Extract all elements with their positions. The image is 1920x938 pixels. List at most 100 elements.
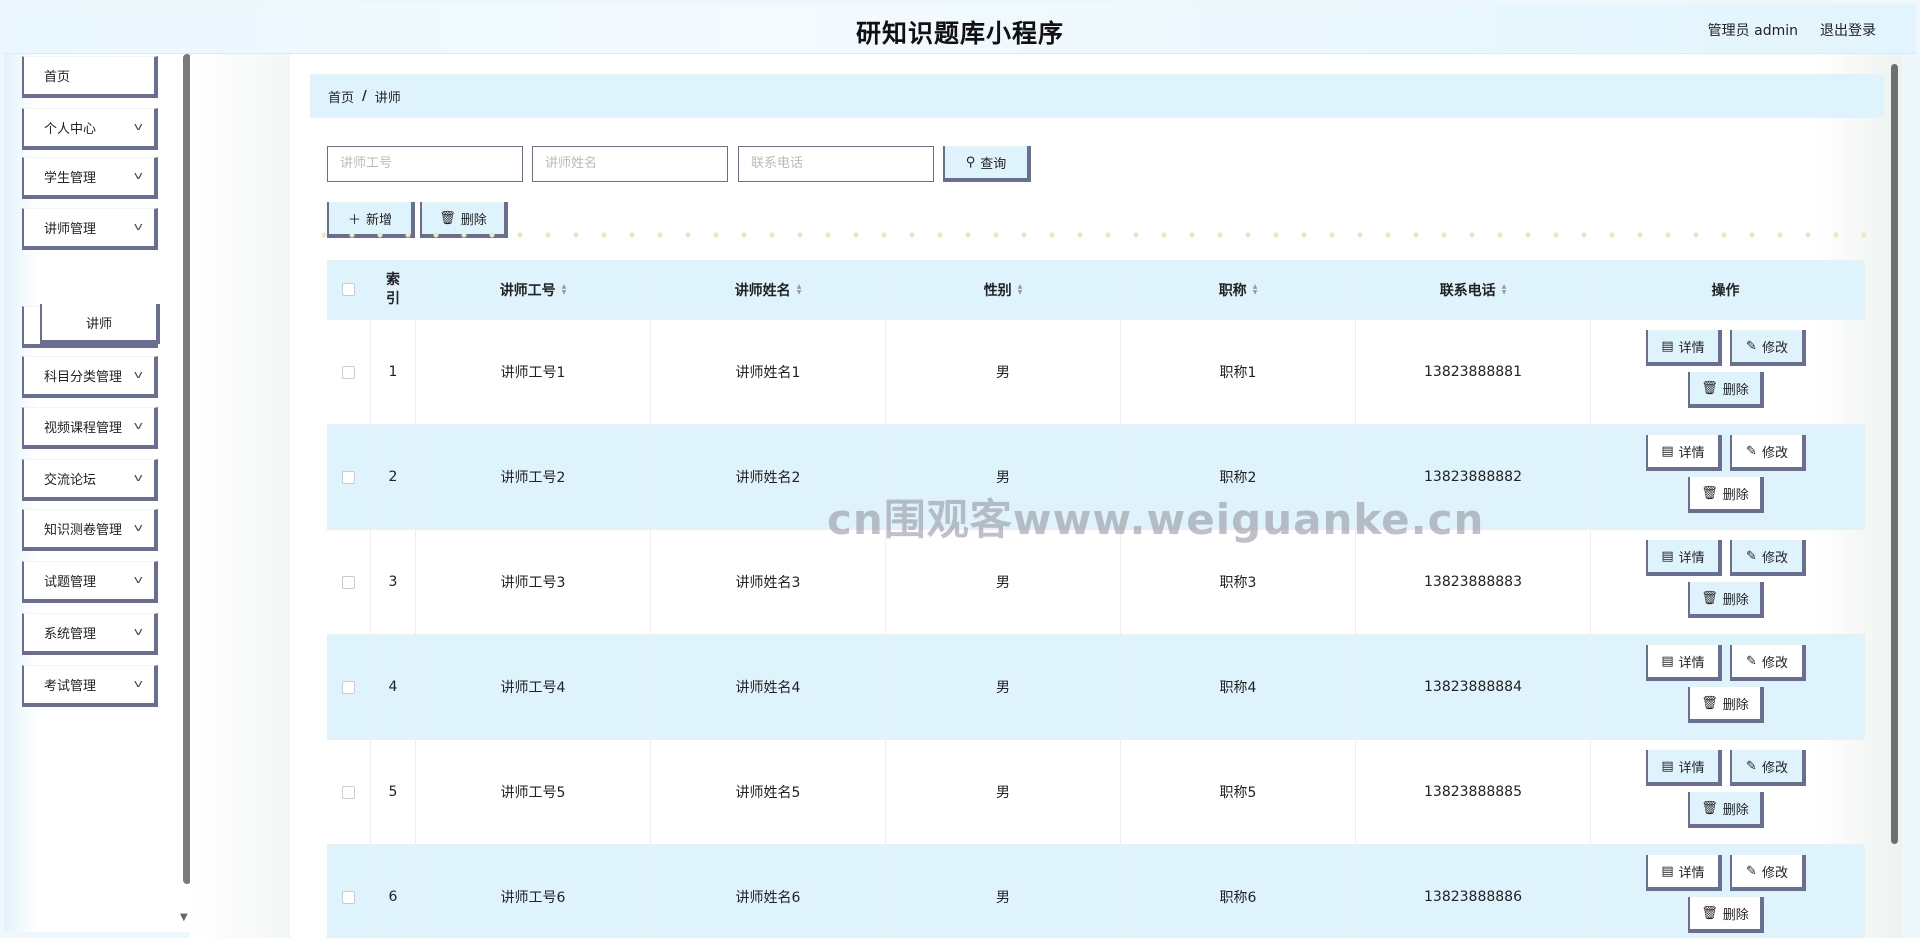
edit-button[interactable]: ✎ 修改 <box>1730 750 1806 786</box>
sort-icon[interactable]: ▲ ▼ <box>1253 283 1258 296</box>
cell-phone: 13823888884 <box>1356 635 1591 739</box>
cell-phone-text: 13823888883 <box>1424 574 1522 590</box>
sidebar-item-3[interactable]: 讲师管理 v <box>22 208 158 250</box>
sort-icon[interactable]: ▲ ▼ <box>797 283 802 296</box>
row-select-cell[interactable] <box>327 530 371 634</box>
query-button-label: 查询 <box>980 156 1007 172</box>
main-scrollbar[interactable] <box>1891 64 1898 844</box>
cell-name-text: 讲师姓名1 <box>735 365 801 381</box>
row-checkbox[interactable] <box>342 365 355 379</box>
cell-title-text: 职称4 <box>1219 680 1257 696</box>
detail-button[interactable]: ▤ 详情 <box>1646 330 1722 366</box>
cell-index-text: 1 <box>388 364 398 380</box>
chevron-down-icon: v <box>134 471 144 484</box>
sort-icon[interactable]: ▲ ▼ <box>1018 283 1023 296</box>
row-checkbox[interactable] <box>342 575 355 589</box>
chevron-down-icon: v <box>134 573 144 586</box>
lecturer-name-input[interactable]: 讲师姓名 <box>532 146 728 182</box>
header-id-label: 讲师工号 <box>499 282 556 299</box>
row-select-cell[interactable] <box>327 740 371 844</box>
cell-phone: 13823888885 <box>1356 740 1591 844</box>
row-checkbox[interactable] <box>342 680 355 694</box>
table-header-row: 索引 讲师工号 ▲ ▼ 讲师姓名 ▲ ▼ 性别 ▲ ▼ 职称 ▲ ▼ 联系电话 ▲ ▼ 操作 <box>327 260 1865 320</box>
sort-icon[interactable]: ▲ ▼ <box>1502 283 1507 296</box>
delete-button[interactable]: 🗑 删除 <box>1688 582 1764 618</box>
select-all-checkbox[interactable] <box>342 283 355 296</box>
sidebar-item-10[interactable]: 系统管理 v <box>22 613 158 655</box>
sort-icon[interactable]: ▲ ▼ <box>562 283 567 296</box>
detail-button[interactable]: ▤ 详情 <box>1646 750 1722 786</box>
sidebar-item-label: 试题管理 <box>44 575 97 590</box>
cell-gender-text: 男 <box>996 785 1010 801</box>
phone-input[interactable]: 联系电话 <box>738 146 934 182</box>
sidebar-item-8[interactable]: 知识测卷管理 v <box>22 509 158 551</box>
sidebar-item-9[interactable]: 试题管理 v <box>22 561 158 603</box>
delete-label: 删除 <box>1722 382 1749 398</box>
edit-button[interactable]: ✎ 修改 <box>1730 855 1806 891</box>
edit-label: 修改 <box>1761 445 1788 461</box>
edit-button[interactable]: ✎ 修改 <box>1730 645 1806 681</box>
delete-button[interactable]: 🗑 删除 <box>1688 477 1764 513</box>
edit-button[interactable]: ✎ 修改 <box>1730 435 1806 471</box>
row-select-cell[interactable] <box>327 635 371 739</box>
header-gender[interactable]: 性别 ▲ ▼ <box>886 260 1121 319</box>
row-checkbox[interactable] <box>342 470 355 484</box>
sidebar-item-0[interactable]: 首页 <box>22 56 158 98</box>
scroll-down-arrow-icon[interactable]: ▼ <box>180 912 188 923</box>
header-name[interactable]: 讲师姓名 ▲ ▼ <box>651 260 886 319</box>
detail-label: 详情 <box>1678 655 1705 671</box>
sidebar-subitem-lecturer[interactable]: 讲师 <box>40 304 160 344</box>
batch-delete-label: 删除 <box>460 212 487 228</box>
detail-label: 详情 <box>1678 550 1705 566</box>
query-button[interactable]: ⚲ 查询 <box>943 146 1031 182</box>
header-gender-label: 性别 <box>983 282 1012 299</box>
cell-index: 6 <box>371 845 416 938</box>
cell-title-text: 职称3 <box>1219 575 1257 591</box>
row-select-cell[interactable] <box>327 845 371 938</box>
breadcrumb: 首页 / 讲师 <box>310 74 1884 118</box>
edit-button[interactable]: ✎ 修改 <box>1730 330 1806 366</box>
delete-button[interactable]: 🗑 删除 <box>1688 687 1764 723</box>
edit-button[interactable]: ✎ 修改 <box>1730 540 1806 576</box>
lecturer-id-input[interactable]: 讲师工号 <box>327 146 523 182</box>
header-phone-label: 联系电话 <box>1439 282 1496 299</box>
row-select-cell[interactable] <box>327 320 371 424</box>
row-select-cell[interactable] <box>327 425 371 529</box>
detail-button[interactable]: ▤ 详情 <box>1646 855 1722 891</box>
row-checkbox[interactable] <box>342 785 355 799</box>
delete-button[interactable]: 🗑 删除 <box>1688 897 1764 933</box>
cell-name-text: 讲师姓名6 <box>735 890 801 906</box>
cell-index: 4 <box>371 635 416 739</box>
pencil-icon: ✎ <box>1746 758 1757 774</box>
detail-button[interactable]: ▤ 详情 <box>1646 435 1722 471</box>
sidebar-item-6[interactable]: 视频课程管理 v <box>22 407 158 449</box>
cell-index-text: 5 <box>388 784 398 800</box>
sidebar-item-2[interactable]: 学生管理 v <box>22 157 158 199</box>
header-title[interactable]: 职称 ▲ ▼ <box>1121 260 1356 319</box>
cell-id: 讲师工号6 <box>416 845 651 938</box>
logout-link[interactable]: 退出登录 <box>1820 20 1876 40</box>
cell-name: 讲师姓名6 <box>651 845 886 938</box>
sidebar-item-7[interactable]: 交流论坛 v <box>22 459 158 501</box>
row-checkbox[interactable] <box>342 890 355 904</box>
sidebar-item-label: 知识测卷管理 <box>44 523 123 538</box>
sidebar-item-1[interactable]: 个人中心 v <box>22 108 158 150</box>
sidebar-item-5[interactable]: 科目分类管理 v <box>22 356 158 398</box>
header-phone[interactable]: 联系电话 ▲ ▼ <box>1356 260 1591 319</box>
delete-label: 删除 <box>1722 592 1749 608</box>
trash-icon: 🗑 <box>1701 590 1718 606</box>
select-all-cell[interactable] <box>327 260 371 319</box>
chevron-down-icon: v <box>134 220 144 233</box>
detail-button[interactable]: ▤ 详情 <box>1646 645 1722 681</box>
delete-button[interactable]: 🗑 删除 <box>1688 372 1764 408</box>
detail-label: 详情 <box>1678 760 1705 776</box>
cell-title-text: 职称5 <box>1219 785 1257 801</box>
header-id[interactable]: 讲师工号 ▲ ▼ <box>416 260 651 319</box>
document-icon: ▤ <box>1661 548 1674 564</box>
sidebar-item-11[interactable]: 考试管理 v <box>22 665 158 707</box>
breadcrumb-home[interactable]: 首页 <box>328 87 354 106</box>
admin-label: 管理员 admin <box>1707 23 1798 39</box>
delete-button[interactable]: 🗑 删除 <box>1688 792 1764 828</box>
detail-button[interactable]: ▤ 详情 <box>1646 540 1722 576</box>
cell-gender: 男 <box>886 740 1121 844</box>
